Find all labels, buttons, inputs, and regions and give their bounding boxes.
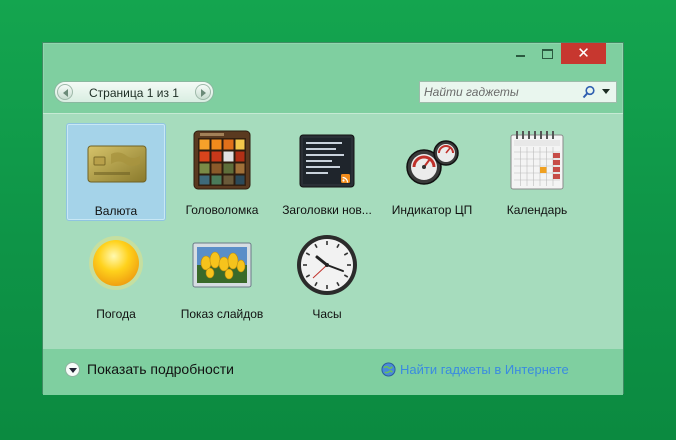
gadget-currency[interactable]: Валюта xyxy=(66,123,166,221)
gadgets-window: ✕ Страница 1 из 1 Валюта xyxy=(42,42,624,395)
globe-icon xyxy=(381,362,396,377)
show-details-toggle[interactable]: Показать подробности xyxy=(65,361,234,377)
close-button[interactable]: ✕ xyxy=(561,43,606,64)
gadget-calendar[interactable]: Календарь xyxy=(487,123,587,221)
gadget-label: Погода xyxy=(96,307,136,321)
gadget-puzzle[interactable]: Головоломка xyxy=(172,123,272,221)
gadget-label: Индикатор ЦП xyxy=(391,203,473,217)
show-details-label: Показать подробности xyxy=(87,361,234,377)
gadget-label: Валюта xyxy=(94,204,138,218)
gadget-clock[interactable]: Часы xyxy=(277,227,377,325)
gadget-label: Показ слайдов xyxy=(180,307,264,321)
get-gadgets-online-label: Найти гаджеты в Интернете xyxy=(400,362,569,377)
get-gadgets-online-link[interactable]: Найти гаджеты в Интернете xyxy=(381,362,569,377)
puzzle-icon xyxy=(193,130,251,190)
chevron-down-icon xyxy=(65,361,80,377)
calendar-icon xyxy=(510,131,564,190)
gadget-weather[interactable]: Погода xyxy=(66,227,166,325)
gadget-slideshow[interactable]: Показ слайдов xyxy=(172,227,272,325)
page-navigator: Страница 1 из 1 xyxy=(54,81,214,103)
maximize-icon xyxy=(541,48,553,59)
cpu-meter-icon xyxy=(406,140,459,185)
gadget-label: Часы xyxy=(312,307,342,321)
page-indicator: Страница 1 из 1 xyxy=(89,86,179,100)
search-dropdown-arrow-icon[interactable] xyxy=(602,89,610,94)
currency-card-icon xyxy=(87,145,147,183)
maximize-button[interactable] xyxy=(534,43,560,64)
prev-page-button[interactable] xyxy=(57,84,73,100)
gadget-cpu-meter[interactable]: Индикатор ЦП xyxy=(382,123,482,221)
minimize-button[interactable] xyxy=(507,43,533,64)
weather-sun-icon xyxy=(89,236,143,290)
feed-headlines-icon xyxy=(299,134,355,188)
search-input[interactable] xyxy=(424,84,574,100)
gadget-label: Головоломка xyxy=(185,203,259,217)
minimize-icon xyxy=(515,54,525,57)
slideshow-icon xyxy=(192,242,252,288)
clock-icon xyxy=(297,235,357,295)
search-icon[interactable] xyxy=(582,85,596,99)
footer-bar: Показать подробности Найти гаджеты в Инт… xyxy=(43,349,623,395)
next-page-button[interactable] xyxy=(195,84,211,100)
close-icon: ✕ xyxy=(577,44,590,62)
gadget-gallery: Валюта Головоломка Заголовки нов... Инди… xyxy=(43,113,623,350)
search-box xyxy=(419,81,617,103)
title-bar[interactable]: ✕ xyxy=(43,43,623,73)
gadget-feed-headlines[interactable]: Заголовки нов... xyxy=(277,123,377,221)
gadget-label: Календарь xyxy=(506,203,568,217)
gadget-label: Заголовки нов... xyxy=(282,203,372,217)
